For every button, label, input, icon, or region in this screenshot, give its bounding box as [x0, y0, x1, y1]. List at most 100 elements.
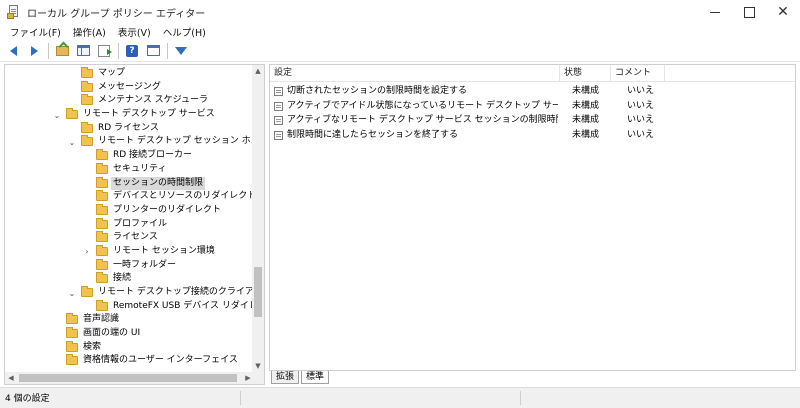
view-tabs: 拡張 標準 — [269, 371, 796, 385]
folder-icon — [66, 108, 78, 120]
help-button[interactable]: ? — [123, 42, 141, 60]
tree-item-label: リモート デスクトップ セッション ホスト — [98, 136, 265, 147]
folder-icon — [96, 244, 108, 256]
show-hide-tree-button[interactable] — [74, 42, 92, 60]
tree-pane[interactable]: マップメッセージング メンテナンス スケジューラ ⌄ リモート デスクトップ サービス… — [4, 64, 265, 385]
toolbar-separator — [48, 42, 49, 59]
chevron-down-icon[interactable]: ⌄ — [68, 138, 76, 147]
folder-icon — [96, 162, 108, 174]
tree-horizontal-scrollbar[interactable]: ◀ ▶ — [5, 372, 254, 384]
tree-item[interactable]: 一時フォルダー — [5, 258, 254, 273]
column-header-comment[interactable]: コメント — [611, 65, 665, 82]
tree-item-label: セキュリティ — [113, 163, 167, 174]
tree-item-label: マップ — [98, 68, 126, 78]
menu-bar: ファイル(F) 操作(A) 表示(V) ヘルプ(H) — [0, 24, 800, 40]
tree-item[interactable]: マップ — [5, 67, 254, 81]
tree-item[interactable]: 画面の端の UI — [5, 327, 254, 341]
tree-item[interactable]: 接続 — [5, 272, 254, 286]
tree-item[interactable]: ライセンス — [5, 231, 254, 245]
tree-vertical-scrollbar[interactable]: ▲ ▼ — [252, 65, 264, 372]
tree-item[interactable]: RemoteFX USB デバイス リダイレクト — [5, 299, 264, 314]
column-header-state[interactable]: 状態 — [560, 65, 611, 82]
toolbar-separator — [118, 42, 119, 59]
close-button[interactable]: ✕ — [766, 0, 800, 24]
tab-extended[interactable]: 拡張 — [271, 371, 300, 384]
tree-item-label: RD ライセンス — [98, 122, 159, 133]
setting-row[interactable]: アクティブなリモート デスクトップ サービス セッションの制限時間を設定する 未構… — [270, 113, 795, 128]
minimize-button[interactable] — [698, 0, 732, 24]
tree-item-label: プリンターのリダイレクト — [113, 204, 222, 215]
tree-item-label: デバイスとリソースのリダイレクト — [113, 191, 257, 202]
folder-icon — [81, 286, 93, 297]
toolbar-separator — [167, 42, 168, 59]
folder-icon — [66, 327, 78, 339]
policy-setting-icon — [274, 101, 283, 111]
menu-action[interactable]: 操作(A) — [67, 25, 112, 39]
setting-row[interactable]: アクティブでアイドル状態になっているリモート デスクトップ サービス セッション… — [270, 99, 795, 114]
menu-file[interactable]: ファイル(F) — [4, 25, 67, 39]
tree-item[interactable]: RD 接続ブローカー — [5, 149, 254, 163]
setting-comment: いいえ — [627, 86, 655, 96]
tree-item-label: 資格情報のユーザー インターフェイス — [83, 355, 238, 366]
tree-item-label: プロファイル — [113, 218, 168, 229]
tree-item[interactable]: 検索 — [5, 340, 254, 355]
scroll-down-icon[interactable]: ▼ — [252, 360, 264, 372]
tree-item[interactable]: セッションの時間制限 — [5, 176, 254, 191]
up-one-level-button[interactable] — [53, 42, 71, 60]
policy-editor-app-icon — [7, 5, 21, 19]
tree-item[interactable]: デバイスとリソースのリダイレクト — [5, 190, 256, 204]
scroll-thumb[interactable] — [254, 267, 262, 317]
tree-item[interactable]: ⌄ リモート デスクトップ サービス — [5, 108, 254, 122]
list-header: 設定 状態 コメント — [270, 65, 795, 82]
chevron-down-icon[interactable]: ⌄ — [53, 111, 61, 120]
tab-standard[interactable]: 標準 — [301, 371, 330, 384]
folder-icon — [66, 340, 78, 352]
tree-item-label: RD 接続ブローカー — [113, 150, 193, 161]
properties-icon — [146, 45, 160, 56]
folder-icon — [96, 231, 108, 243]
chevron-right-icon[interactable]: › — [83, 247, 91, 256]
up-folder-icon — [55, 45, 69, 56]
tree-item-label: ライセンス — [113, 232, 158, 243]
column-header-setting[interactable]: 設定 — [270, 65, 560, 82]
setting-name: 制限時間に達したらセッションを終了する — [287, 130, 459, 141]
filter-button[interactable] — [172, 42, 190, 60]
folder-icon — [81, 80, 93, 92]
tree-item[interactable]: メッセージング — [5, 80, 254, 95]
chevron-down-icon[interactable]: ⌄ — [68, 289, 76, 298]
properties-button[interactable] — [144, 42, 162, 60]
menu-help[interactable]: ヘルプ(H) — [157, 25, 212, 39]
menu-view[interactable]: 表示(V) — [112, 25, 157, 39]
maximize-button[interactable] — [732, 0, 766, 24]
tree-item[interactable]: ⌄ リモート デスクトップ セッション ホスト — [5, 135, 264, 149]
tree-item[interactable]: RD ライセンス — [5, 121, 254, 136]
tree-item[interactable]: ⌄ リモート デスクトップ接続のクライアント — [5, 286, 264, 300]
status-text: 4 個の設定 — [5, 394, 50, 404]
folder-icon — [96, 258, 108, 270]
export-list-button[interactable] — [95, 42, 113, 60]
setting-row[interactable]: 切断されたセッションの制限時間を設定する 未構成 いいえ — [270, 84, 795, 99]
forward-button[interactable] — [25, 42, 43, 60]
tree-item[interactable]: › リモート セッション環境 — [5, 244, 254, 259]
folder-icon — [96, 176, 108, 188]
back-button[interactable] — [4, 42, 22, 60]
tree-item-label: 画面の端の UI — [83, 328, 141, 339]
setting-row[interactable]: 制限時間に達したらセッションを終了する 未構成 いいえ — [270, 128, 795, 143]
tree-item[interactable]: 音声認識 — [5, 313, 254, 327]
scroll-thumb[interactable] — [19, 374, 237, 382]
tree-item[interactable]: メンテナンス スケジューラ — [5, 94, 254, 108]
policy-setting-icon — [274, 131, 283, 141]
settings-list-pane: 設定 状態 コメント 切断されたセッションの制限時間を設定する 未構成 いいえ アクテ… — [269, 64, 796, 371]
tree-item-label: 音声認識 — [83, 314, 120, 325]
folder-icon — [96, 190, 108, 202]
folder-icon — [66, 313, 78, 325]
scroll-up-icon[interactable]: ▲ — [252, 65, 264, 77]
folder-icon — [96, 272, 108, 284]
scroll-left-icon[interactable]: ◀ — [5, 372, 17, 384]
tree-item[interactable]: セキュリティ — [5, 162, 254, 177]
tree-item[interactable]: プリンターのリダイレクト — [5, 203, 254, 218]
folder-icon — [81, 121, 93, 133]
setting-name: アクティブなリモート デスクトップ サービス セッションの制限時間を設定する — [287, 115, 558, 126]
tree-item[interactable]: プロファイル — [5, 217, 254, 232]
tree-item[interactable]: 資格情報のユーザー インターフェイス — [5, 354, 254, 368]
